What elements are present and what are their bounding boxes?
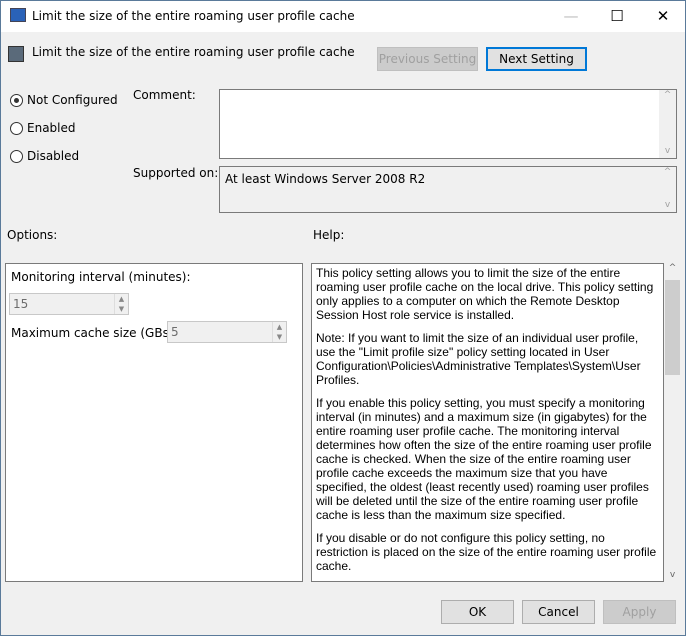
apply-button[interactable]: Apply xyxy=(603,600,676,624)
scroll-thumb[interactable] xyxy=(665,280,680,375)
help-paragraph: If you enable this policy setting, you m… xyxy=(316,396,652,522)
next-setting-button[interactable]: Next Setting xyxy=(486,47,587,71)
scroll-down-icon[interactable]: v xyxy=(664,570,681,580)
help-paragraph: This policy setting allows you to limit … xyxy=(316,266,654,322)
help-paragraph: Note: If you want to limit the size of a… xyxy=(316,331,641,387)
ok-button[interactable]: OK xyxy=(441,600,514,624)
help-text: This policy setting allows you to limit … xyxy=(311,263,664,582)
spin-arrows-icon[interactable]: ▲ ▼ xyxy=(114,294,128,314)
options-label: Options: xyxy=(7,228,58,242)
maximize-button[interactable]: ☐ xyxy=(594,1,640,31)
previous-setting-button[interactable]: Previous Setting xyxy=(377,47,478,71)
title-bar: Limit the size of the entire roaming use… xyxy=(1,1,685,32)
max-size-spinner[interactable]: 5 ▲ ▼ xyxy=(167,321,287,343)
supported-value: At least Windows Server 2008 R2 xyxy=(225,172,426,186)
radio-label: Enabled xyxy=(27,121,76,135)
max-size-label: Maximum cache size (GBs): xyxy=(11,326,178,340)
cancel-button[interactable]: Cancel xyxy=(522,600,595,624)
interval-value: 15 xyxy=(13,297,29,311)
supported-label: Supported on: xyxy=(133,166,219,180)
comment-input[interactable]: ^ v xyxy=(219,89,677,159)
spin-arrows-icon[interactable]: ▲ ▼ xyxy=(272,322,286,342)
radio-enabled[interactable]: Enabled xyxy=(10,121,76,135)
radio-checked-icon xyxy=(10,93,23,107)
window-title: Limit the size of the entire roaming use… xyxy=(32,9,355,23)
interval-label: Monitoring interval (minutes): xyxy=(11,270,191,284)
help-paragraph: If you disable or do not configure this … xyxy=(316,531,657,573)
scroll-up-icon[interactable]: ^ xyxy=(664,263,681,273)
help-scrollbar[interactable]: ^ v xyxy=(664,263,681,582)
radio-label: Not Configured xyxy=(27,93,118,107)
policy-icon xyxy=(8,46,24,62)
app-icon xyxy=(10,8,26,22)
policy-title: Limit the size of the entire roaming use… xyxy=(32,45,355,59)
help-label: Help: xyxy=(313,228,345,242)
close-button[interactable]: ✕ xyxy=(640,1,686,31)
radio-unchecked-icon xyxy=(10,121,23,135)
supported-scrollbar[interactable]: ^ v xyxy=(659,167,676,212)
radio-label: Disabled xyxy=(27,149,80,163)
policy-dialog: Limit the size of the entire roaming use… xyxy=(0,0,686,636)
comment-scrollbar[interactable]: ^ v xyxy=(659,90,676,158)
max-size-value: 5 xyxy=(171,325,179,339)
radio-disabled[interactable]: Disabled xyxy=(10,149,79,163)
supported-on-field: At least Windows Server 2008 R2 ^ v xyxy=(219,166,677,213)
interval-spinner[interactable]: 15 ▲ ▼ xyxy=(9,293,129,315)
radio-not-configured[interactable]: Not Configured xyxy=(10,93,118,107)
radio-unchecked-icon xyxy=(10,149,23,163)
options-panel: Monitoring interval (minutes): 15 ▲ ▼ Maxi… xyxy=(5,263,303,582)
minimize-button[interactable]: — xyxy=(548,1,594,31)
comment-label: Comment: xyxy=(133,88,196,102)
